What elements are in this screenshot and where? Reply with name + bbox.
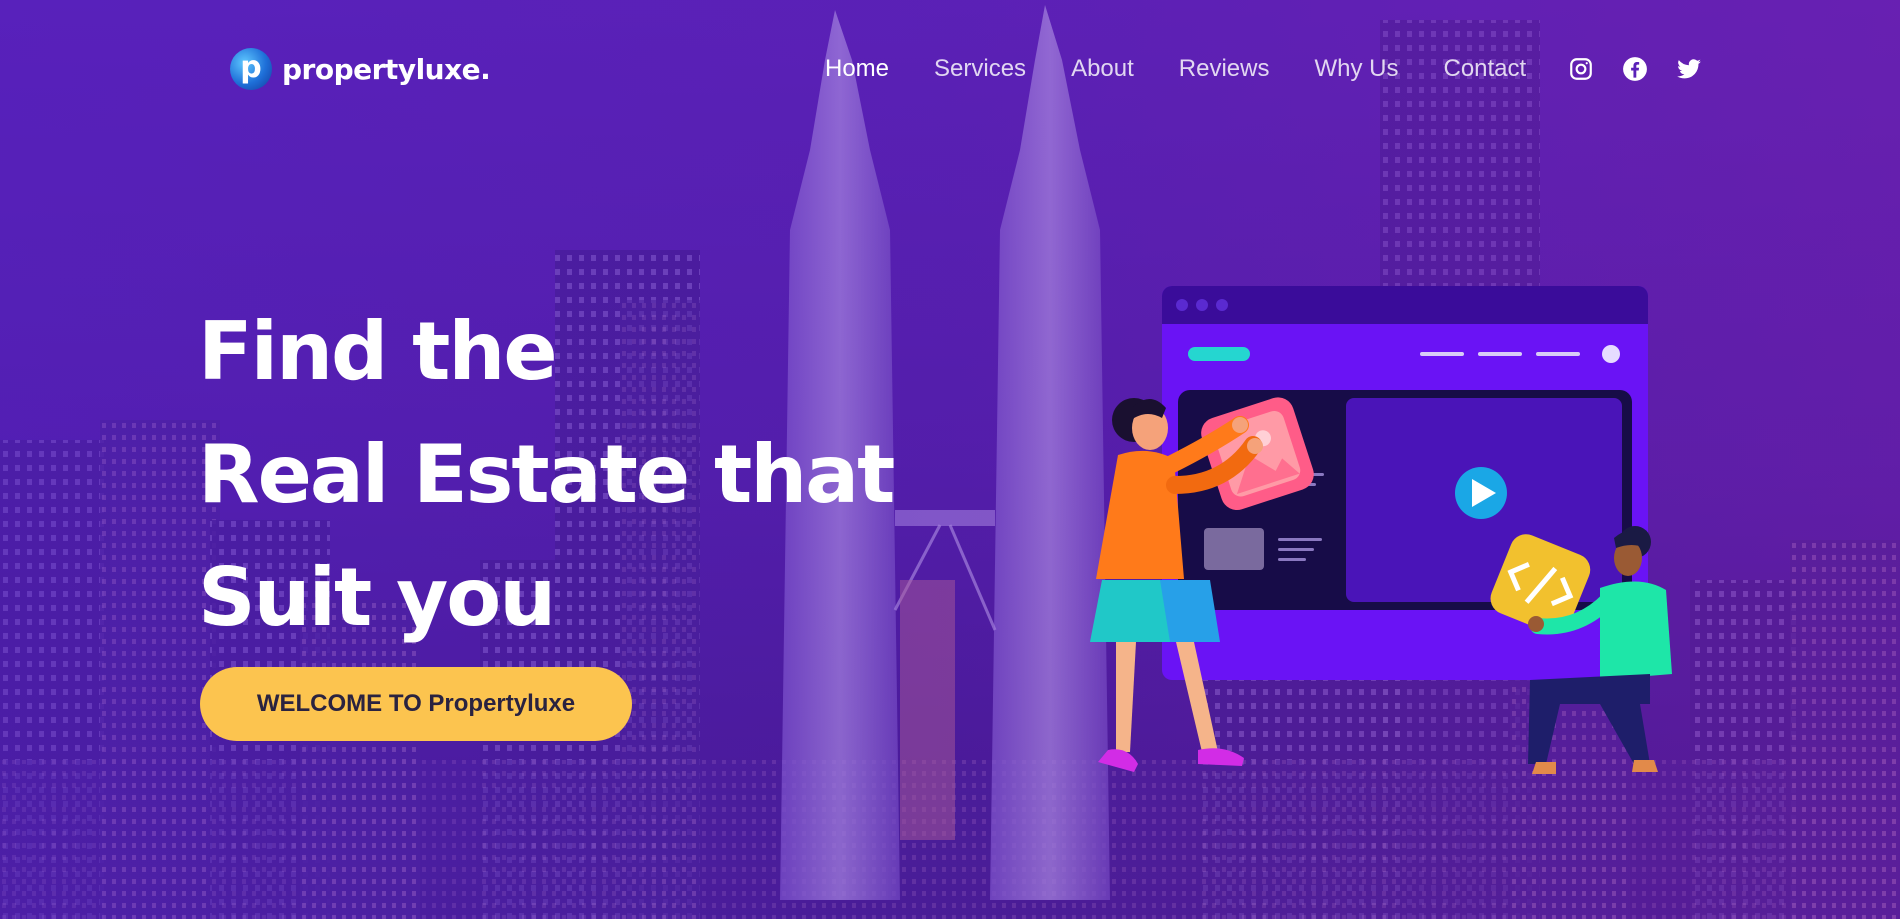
nav-contact[interactable]: Contact bbox=[1443, 53, 1526, 85]
facebook-icon[interactable] bbox=[1622, 56, 1648, 82]
social-links bbox=[1568, 56, 1702, 82]
welcome-cta-button[interactable]: WELCOME TO Propertyluxe bbox=[200, 667, 632, 741]
nav-home[interactable]: Home bbox=[825, 53, 889, 85]
hero-heading: Find the Real Estate that Suit you bbox=[198, 290, 895, 659]
hero-heading-line-3: Suit you bbox=[198, 551, 556, 644]
people-with-browser-illustration bbox=[1090, 286, 1672, 774]
nav-about[interactable]: About bbox=[1071, 53, 1134, 85]
main-nav: Home Services About Reviews Why Us Conta… bbox=[825, 53, 1571, 85]
instagram-icon[interactable] bbox=[1568, 56, 1594, 82]
brand-name: propertyluxe. bbox=[282, 52, 491, 86]
nav-reviews[interactable]: Reviews bbox=[1179, 53, 1270, 85]
logo-letter: p bbox=[240, 50, 262, 85]
site-header: p propertyluxe. Home Services About Revi… bbox=[0, 0, 1900, 140]
hero-heading-line-1: Find the bbox=[198, 305, 558, 398]
brand-logo[interactable]: p propertyluxe. bbox=[230, 46, 491, 92]
logo-mark-icon: p bbox=[230, 48, 272, 90]
nav-why-us[interactable]: Why Us bbox=[1314, 53, 1398, 85]
hero-heading-line-2: Real Estate that bbox=[198, 428, 895, 521]
twitter-icon[interactable] bbox=[1676, 56, 1702, 82]
hero-illustration bbox=[1080, 280, 1700, 800]
nav-services[interactable]: Services bbox=[934, 53, 1026, 85]
